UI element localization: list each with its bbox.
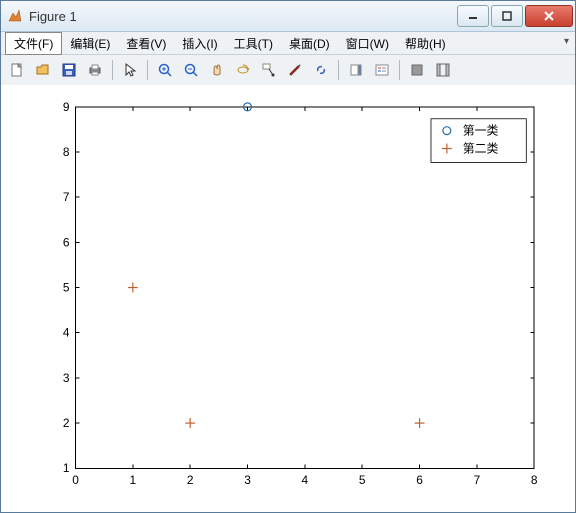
menu-view[interactable]: 查看(V) <box>118 33 174 54</box>
toolbar-separator <box>338 60 339 80</box>
svg-text:1: 1 <box>63 461 70 475</box>
pointer-button[interactable] <box>118 58 142 82</box>
window-buttons <box>455 5 573 27</box>
svg-text:6: 6 <box>63 235 70 249</box>
new-button[interactable] <box>5 58 29 82</box>
svg-text:8: 8 <box>531 473 538 487</box>
menubar: 文件(F) 编辑(E) 查看(V) 插入(I) 工具(T) 桌面(D) 窗口(W… <box>1 32 575 55</box>
minimize-button[interactable] <box>457 5 489 27</box>
toolbar-separator <box>112 60 113 80</box>
plus-marker <box>128 283 138 293</box>
legend[interactable]: 第一类 第二类 <box>431 119 526 163</box>
print-button[interactable] <box>83 58 107 82</box>
svg-text:3: 3 <box>63 371 70 385</box>
pan-hand-icon <box>209 62 225 78</box>
svg-text:2: 2 <box>187 473 194 487</box>
colorbar-icon <box>348 62 364 78</box>
zoom-in-button[interactable] <box>153 58 177 82</box>
save-icon <box>61 62 77 78</box>
rotate3d-icon <box>235 62 251 78</box>
plot-svg: 0 1 2 3 4 5 6 7 8 <box>1 85 575 506</box>
show-tools-icon <box>435 62 451 78</box>
svg-text:4: 4 <box>302 473 309 487</box>
menu-edit[interactable]: 编辑(E) <box>62 33 118 54</box>
zoom-in-icon <box>157 62 173 78</box>
titlebar[interactable]: Figure 1 <box>1 1 575 32</box>
new-file-icon <box>9 62 25 78</box>
pointer-icon <box>122 62 138 78</box>
toolbar-separator <box>399 60 400 80</box>
plus-marker <box>185 418 195 428</box>
hide-tools-icon <box>409 62 425 78</box>
plot-canvas[interactable]: 0 1 2 3 4 5 6 7 8 <box>1 85 575 506</box>
menu-tools[interactable]: 工具(T) <box>226 33 281 54</box>
toolbar-separator <box>147 60 148 80</box>
window-title: Figure 1 <box>29 9 455 24</box>
svg-text:2: 2 <box>63 416 70 430</box>
save-button[interactable] <box>57 58 81 82</box>
link-button[interactable] <box>309 58 333 82</box>
svg-text:6: 6 <box>416 473 423 487</box>
legend-entry-1: 第一类 <box>463 124 499 138</box>
svg-text:0: 0 <box>72 473 79 487</box>
svg-text:5: 5 <box>359 473 366 487</box>
figure-window: Figure 1 文件(F) 编辑(E) 查看(V) 插入(I) 工具(T) 桌… <box>0 0 576 513</box>
legend-button[interactable] <box>370 58 394 82</box>
svg-text:5: 5 <box>63 281 70 295</box>
maximize-icon <box>502 11 512 21</box>
pan-button[interactable] <box>205 58 229 82</box>
svg-text:7: 7 <box>474 473 481 487</box>
datacursor-button[interactable] <box>257 58 281 82</box>
legend-icon <box>374 62 390 78</box>
brush-icon <box>287 62 303 78</box>
close-icon <box>543 10 555 22</box>
menu-insert[interactable]: 插入(I) <box>174 33 225 54</box>
toolbar <box>1 55 575 86</box>
menu-window[interactable]: 窗口(W) <box>338 33 397 54</box>
maximize-button[interactable] <box>491 5 523 27</box>
link-icon <box>313 62 329 78</box>
svg-text:4: 4 <box>63 326 70 340</box>
legend-entry-2: 第二类 <box>463 142 499 156</box>
svg-text:8: 8 <box>63 145 70 159</box>
svg-text:7: 7 <box>63 190 70 204</box>
menu-file[interactable]: 文件(F) <box>5 32 62 55</box>
svg-text:1: 1 <box>130 473 137 487</box>
series-2-markers <box>128 283 425 428</box>
menu-desktop[interactable]: 桌面(D) <box>281 33 338 54</box>
colorbar-button[interactable] <box>344 58 368 82</box>
close-button[interactable] <box>525 5 573 27</box>
rotate3d-button[interactable] <box>231 58 255 82</box>
svg-text:9: 9 <box>63 100 70 114</box>
matlab-icon <box>7 8 23 24</box>
x-tick-labels: 0 1 2 3 4 5 6 7 8 <box>72 473 538 487</box>
data-cursor-icon <box>261 62 277 78</box>
menu-help[interactable]: 帮助(H) <box>397 33 454 54</box>
open-folder-icon <box>35 62 51 78</box>
minimize-icon <box>468 11 478 21</box>
zoom-out-button[interactable] <box>179 58 203 82</box>
y-tick-labels: 1 2 3 4 5 6 7 8 9 <box>63 100 70 475</box>
plus-marker <box>415 418 425 428</box>
zoom-out-icon <box>183 62 199 78</box>
svg-text:3: 3 <box>244 473 251 487</box>
open-button[interactable] <box>31 58 55 82</box>
print-icon <box>87 62 103 78</box>
hide-plot-tools-button[interactable] <box>405 58 429 82</box>
brush-button[interactable] <box>283 58 307 82</box>
show-plot-tools-button[interactable] <box>431 58 455 82</box>
menubar-overflow-icon[interactable]: ▾ <box>564 36 569 47</box>
